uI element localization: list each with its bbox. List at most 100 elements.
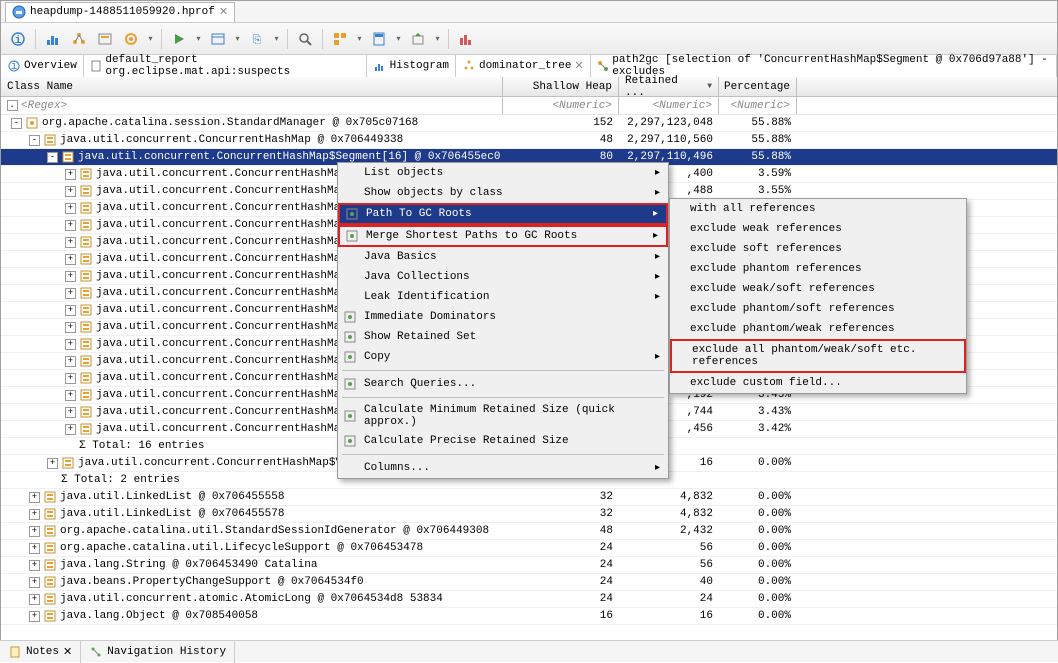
- tree-row[interactable]: +org.apache.catalina.util.StandardSessio…: [1, 523, 1057, 540]
- expander-icon[interactable]: -: [11, 118, 22, 129]
- submenu-item[interactable]: exclude all phantom/weak/soft etc. refer…: [670, 339, 966, 373]
- close-icon[interactable]: ✕: [63, 645, 72, 659]
- column-shallow-heap[interactable]: Shallow Heap: [503, 77, 619, 96]
- expander-icon[interactable]: +: [65, 305, 76, 316]
- calc-button[interactable]: [368, 28, 390, 50]
- tab-dominator[interactable]: dominator_tree ✕: [456, 55, 591, 77]
- file-tab[interactable]: heapdump-1488511059920.hprof ✕: [5, 2, 235, 22]
- menu-item[interactable]: Java Basics▸: [338, 247, 668, 267]
- filter-numeric[interactable]: <Numeric>: [619, 97, 719, 114]
- expander-icon[interactable]: +: [65, 254, 76, 265]
- close-icon[interactable]: ✕: [574, 59, 583, 73]
- tab-overview[interactable]: i Overview: [1, 55, 84, 77]
- compare-button[interactable]: [455, 28, 477, 50]
- tree-row[interactable]: +java.util.LinkedList @ 0x706455558324,8…: [1, 489, 1057, 506]
- expander-icon[interactable]: +: [65, 220, 76, 231]
- expander-icon[interactable]: +: [65, 390, 76, 401]
- menu-item[interactable]: Copy▸: [338, 347, 668, 367]
- run-button[interactable]: [168, 28, 190, 50]
- tab-navigation[interactable]: Navigation History: [81, 641, 235, 663]
- close-icon[interactable]: ✕: [219, 5, 228, 19]
- menu-item[interactable]: Leak Identification▸: [338, 287, 668, 307]
- query-browser-button[interactable]: [207, 28, 229, 50]
- thread-button[interactable]: [120, 28, 142, 50]
- tab-path2gc[interactable]: path2gc [selection of 'ConcurrentHashMap…: [591, 55, 1057, 77]
- expander-icon[interactable]: +: [65, 373, 76, 384]
- dropdown-arrow-icon[interactable]: ▾: [394, 34, 403, 44]
- menu-item[interactable]: Show Retained Set: [338, 327, 668, 347]
- expander-icon[interactable]: +: [65, 407, 76, 418]
- expander-icon[interactable]: -: [29, 135, 40, 146]
- group-button[interactable]: [329, 28, 351, 50]
- expander-icon[interactable]: +: [29, 526, 40, 537]
- tree-row[interactable]: +java.beans.PropertyChangeSupport @ 0x70…: [1, 574, 1057, 591]
- column-class-name[interactable]: Class Name: [1, 77, 503, 96]
- submenu-item[interactable]: exclude weak/soft references: [670, 279, 966, 299]
- submenu-item[interactable]: exclude phantom/soft references: [670, 299, 966, 319]
- menu-item[interactable]: Path To GC Roots▸: [338, 203, 668, 225]
- menu-item[interactable]: Calculate Precise Retained Size: [338, 431, 668, 451]
- expander-icon[interactable]: +: [29, 543, 40, 554]
- tree-row[interactable]: +java.util.concurrent.atomic.AtomicLong …: [1, 591, 1057, 608]
- expander-icon[interactable]: +: [29, 560, 40, 571]
- expander-icon[interactable]: +: [65, 339, 76, 350]
- menu-item[interactable]: Merge Shortest Paths to GC Roots▸: [338, 225, 668, 247]
- dropdown-arrow-icon[interactable]: ▾: [355, 34, 364, 44]
- tree-row[interactable]: +java.lang.Object @ 0x70854005816160.00%: [1, 608, 1057, 625]
- dropdown-arrow-icon[interactable]: ▾: [433, 34, 442, 44]
- submenu-item[interactable]: with all references: [670, 199, 966, 219]
- expander-icon[interactable]: .: [7, 100, 18, 111]
- search-button[interactable]: [294, 28, 316, 50]
- column-retained-heap[interactable]: Retained ...▼: [619, 77, 719, 96]
- expander-icon[interactable]: +: [65, 322, 76, 333]
- submenu-item[interactable]: exclude weak references: [670, 219, 966, 239]
- submenu-item[interactable]: exclude custom field...: [670, 373, 966, 393]
- submenu-item[interactable]: exclude phantom/weak references: [670, 319, 966, 339]
- expander-icon[interactable]: +: [47, 458, 58, 469]
- tree-row[interactable]: +org.apache.catalina.util.LifecycleSuppo…: [1, 540, 1057, 557]
- menu-item[interactable]: Immediate Dominators: [338, 307, 668, 327]
- menu-item[interactable]: Search Queries...: [338, 374, 668, 394]
- menu-item[interactable]: Java Collections▸: [338, 267, 668, 287]
- tab-default-report[interactable]: default_report org.eclipse.mat.api:suspe…: [84, 55, 367, 77]
- menu-item[interactable]: List objects▸: [338, 163, 668, 183]
- expander-icon[interactable]: +: [65, 288, 76, 299]
- expander-icon[interactable]: +: [29, 492, 40, 503]
- submenu-item[interactable]: exclude soft references: [670, 239, 966, 259]
- info-button[interactable]: i: [7, 28, 29, 50]
- dominator-button[interactable]: [68, 28, 90, 50]
- address-button[interactable]: ⎘: [246, 28, 268, 50]
- expander-icon[interactable]: +: [29, 594, 40, 605]
- tree-row[interactable]: -java.util.concurrent.ConcurrentHashMap …: [1, 132, 1057, 149]
- expander-icon[interactable]: +: [29, 509, 40, 520]
- dropdown-arrow-icon[interactable]: ▾: [233, 34, 242, 44]
- dropdown-arrow-icon[interactable]: ▾: [194, 34, 203, 44]
- filter-numeric[interactable]: <Numeric>: [503, 97, 619, 114]
- menu-item[interactable]: Calculate Minimum Retained Size (quick a…: [338, 401, 668, 431]
- menu-item[interactable]: Show objects by class▸: [338, 183, 668, 203]
- expander-icon[interactable]: +: [29, 611, 40, 622]
- submenu-item[interactable]: exclude phantom references: [670, 259, 966, 279]
- expander-icon[interactable]: +: [65, 169, 76, 180]
- expander-icon[interactable]: +: [65, 356, 76, 367]
- column-percentage[interactable]: Percentage: [719, 77, 797, 96]
- filter-regex[interactable]: <Regex>: [21, 100, 67, 112]
- expander-icon[interactable]: +: [65, 203, 76, 214]
- filter-numeric[interactable]: <Numeric>: [719, 97, 797, 114]
- menu-item[interactable]: Columns...▸: [338, 458, 668, 478]
- tab-histogram[interactable]: Histogram: [367, 55, 456, 77]
- expander-icon[interactable]: +: [65, 186, 76, 197]
- dropdown-arrow-icon[interactable]: ▾: [272, 34, 281, 44]
- histogram-button[interactable]: [42, 28, 64, 50]
- oql-button[interactable]: [94, 28, 116, 50]
- expander-icon[interactable]: +: [29, 577, 40, 588]
- tree-row[interactable]: +java.util.LinkedList @ 0x706455578324,8…: [1, 506, 1057, 523]
- export-button[interactable]: [407, 28, 429, 50]
- expander-icon[interactable]: +: [65, 271, 76, 282]
- tree-row[interactable]: -org.apache.catalina.session.StandardMan…: [1, 115, 1057, 132]
- expander-icon[interactable]: -: [47, 152, 58, 163]
- tree-row[interactable]: +java.lang.String @ 0x706453490 Catalina…: [1, 557, 1057, 574]
- tab-notes[interactable]: Notes ✕: [0, 641, 81, 663]
- expander-icon[interactable]: +: [65, 424, 76, 435]
- expander-icon[interactable]: +: [65, 237, 76, 248]
